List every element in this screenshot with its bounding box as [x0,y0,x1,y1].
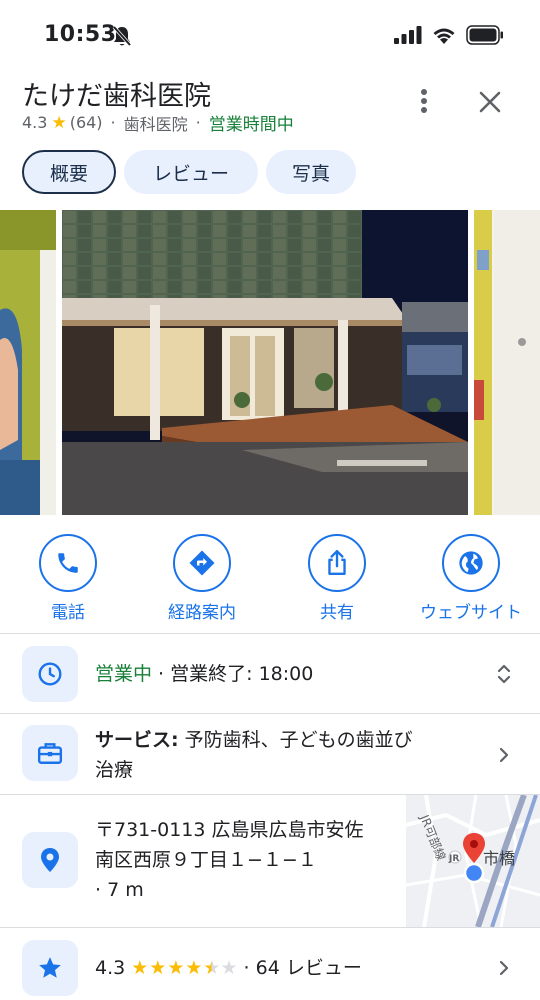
rating-star-empty: ★ [220,957,238,979]
separator-dot: · [243,957,250,979]
services-value-cont: 治療 [95,759,134,781]
services-label: サービス: [95,729,179,751]
reviews-summary: 4.3 ★★★★★★ · 64 レビュー [95,953,362,983]
photo-thumbnail[interactable] [474,210,540,515]
address-line1: 〒731-0113 広島県広島市安佐 [95,819,364,841]
hours-text: 営業中 · 営業終了: 18:00 [95,659,313,689]
services-value: 予防歯科、子どもの歯並び [184,729,413,751]
call-button[interactable]: 電話 [8,534,128,624]
wifi-icon [433,28,455,44]
reviews-rating: 4.3 [95,957,126,979]
more-options-icon[interactable] [412,86,436,116]
status-time: 10:53 [44,22,117,47]
services-text: サービス: 予防歯科、子どもの歯並び 治療 [95,725,475,785]
photo-carousel[interactable] [0,210,540,515]
place-category: 歯科医院 [123,114,188,134]
place-title: たけだ歯科医院 [22,81,211,112]
photo-thumbnail[interactable] [0,210,56,515]
rating-stars-full: ★★★★ [131,957,204,979]
location-pin-icon [22,832,78,888]
divider [0,633,540,634]
separator-dot: · [110,113,116,132]
share-label: 共有 [320,603,354,623]
star-icon: ★ [51,112,67,133]
divider [0,927,540,928]
separator-dot: · [152,663,171,685]
briefcase-icon [22,725,78,781]
globe-icon [442,534,500,592]
divider [0,713,540,714]
address-distance: · 7 m [95,879,144,901]
star-icon [22,940,78,996]
place-summary: 4.3 ★ (64) · 歯科医院 · 営業時間中 [22,110,294,136]
bell-muted-icon [112,25,132,47]
hours-status: 営業中 [95,663,153,685]
expand-icon[interactable] [494,662,514,686]
rating-value: 4.3 [22,113,48,132]
review-count: (64) [69,113,103,132]
tab-photos[interactable]: 写真 [266,150,356,194]
chevron-right-icon[interactable] [494,743,514,767]
website-button[interactable]: ウェブサイト [411,534,531,624]
call-label: 電話 [51,603,85,623]
chevron-right-icon[interactable] [494,956,514,980]
map-jr-label: JR [448,854,459,864]
tab-reviews[interactable]: レビュー [124,150,258,194]
directions-icon [173,534,231,592]
phone-icon [39,534,97,592]
directions-button[interactable]: 経路案内 [142,534,262,624]
share-button[interactable]: 共有 [277,534,397,624]
map-thumbnail[interactable]: JR可部線 JR 市橋 [406,795,540,927]
battery-icon [466,25,503,45]
share-icon [308,534,366,592]
address-line2: 南区西原９丁目１−１−１ [95,849,317,871]
clinic-exterior-photo[interactable] [62,210,468,515]
tab-overview[interactable]: 概要 [22,150,116,194]
cellular-signal-icon [394,26,422,44]
address-text: 〒731-0113 広島県広島市安佐 南区西原９丁目１−１−１ · 7 m [95,815,395,905]
status-bar: 10:53 [0,0,540,70]
current-location-dot [463,862,485,884]
close-icon[interactable] [476,88,504,116]
directions-label: 経路案内 [168,603,236,623]
map-station-label: 市橋 [483,849,515,868]
website-label: ウェブサイト [420,603,522,623]
separator-dot: · [195,113,201,132]
reviews-count: 64 レビュー [255,957,362,979]
clock-icon [22,646,78,702]
rating-star-half: ★ [203,957,221,979]
open-status: 営業時間中 [208,115,294,135]
hours-closing: 営業終了: 18:00 [170,663,314,685]
